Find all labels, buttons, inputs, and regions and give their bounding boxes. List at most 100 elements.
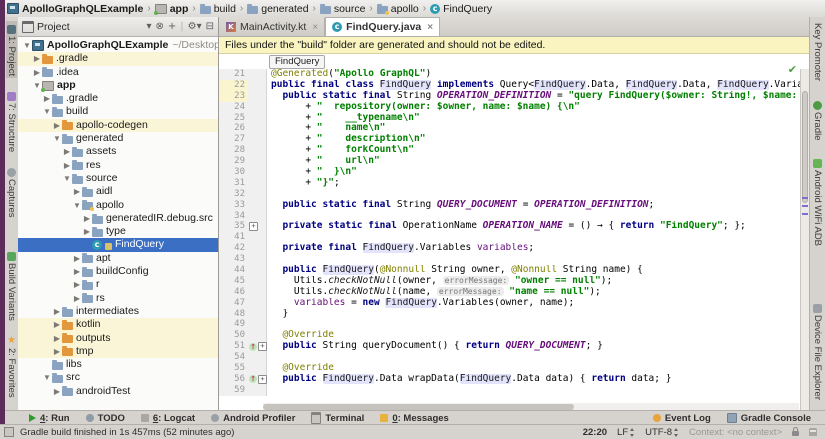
chevron-right-icon[interactable]: ▶	[62, 159, 72, 172]
toolwindow-button-2-favorites[interactable]: ★2: Favorites	[6, 331, 17, 400]
tree-row-androidtest[interactable]: ▶androidTest	[18, 385, 218, 398]
project-view-dropdown[interactable]: ▾	[146, 21, 151, 32]
error-stripe-mark[interactable]	[802, 205, 808, 207]
tree-row-generatedir-debug-src[interactable]: ▶generatedIR.debug.src	[18, 212, 218, 225]
tree-row-libs[interactable]: libs	[18, 358, 218, 371]
toolwindow-button-event-log[interactable]: Event Log	[653, 413, 711, 424]
tree-row-rs[interactable]: ▶rs	[18, 292, 218, 305]
chevron-right-icon[interactable]: ▶	[82, 225, 92, 238]
chevron-down-icon[interactable]: ▼	[72, 199, 82, 212]
tree-row-outputs[interactable]: ▶outputs	[18, 332, 218, 345]
toolwindow-toggle-icon[interactable]	[4, 427, 14, 437]
tree-row-build[interactable]: ▼build	[18, 105, 218, 118]
locate-file-icon[interactable]: +	[168, 21, 176, 32]
breadcrumb-item-source[interactable]: source	[317, 3, 369, 15]
breadcrumb-item-findquery[interactable]: FindQuery	[427, 3, 495, 15]
tree-row-tmp[interactable]: ▶tmp	[18, 345, 218, 358]
code-area[interactable]: 21@Generated("Apollo GraphQL")22public f…	[219, 69, 800, 411]
toolwindow-button-4-run[interactable]: 4: Run	[29, 413, 70, 424]
chevron-right-icon[interactable]: ▶	[52, 345, 62, 358]
tree-row-gradle[interactable]: ▶.gradle	[18, 52, 218, 65]
toolwindow-button-android-profiler[interactable]: Android Profiler	[211, 413, 295, 424]
hide-panel-icon[interactable]: ⊟	[206, 21, 214, 32]
chevron-down-icon[interactable]: ▼	[42, 105, 52, 118]
tree-row-generated[interactable]: ▼generated	[18, 132, 218, 145]
highlighting-level-icon[interactable]	[809, 428, 817, 436]
chevron-right-icon[interactable]: ▶	[72, 292, 82, 305]
encoding-selector[interactable]: UTF-8	[645, 427, 679, 438]
error-stripe-mark[interactable]	[802, 197, 808, 199]
toolwindow-button-key-promoter[interactable]: Key Promoter	[812, 21, 823, 83]
tree-row-apollographqlexample[interactable]: ▼ApolloGraphQLExample~/Desktop/Pr	[18, 39, 218, 52]
chevron-down-icon[interactable]: ▼	[22, 39, 32, 52]
toolwindow-button-gradle-console[interactable]: Gradle Console	[727, 413, 811, 424]
chevron-right-icon[interactable]: ▶	[72, 265, 82, 278]
tree-row-res[interactable]: ▶res	[18, 159, 218, 172]
project-tree[interactable]: ▼ApolloGraphQLExample~/Desktop/Pr▶.gradl…	[18, 37, 218, 411]
tree-row-apollo-codegen[interactable]: ▶apollo-codegen	[18, 119, 218, 132]
chevron-right-icon[interactable]: ▶	[72, 278, 82, 291]
toolwindow-button-1-project[interactable]: 1: Project	[6, 21, 17, 78]
tree-row-source[interactable]: ▼source	[18, 172, 218, 185]
breadcrumb-item-app[interactable]: app	[152, 3, 192, 15]
project-panel-title-wrap[interactable]: Project	[22, 21, 70, 33]
vertical-scrollbar-thumb[interactable]	[802, 91, 808, 203]
tab-findquery-java[interactable]: FindQuery.java×	[325, 17, 440, 36]
chevron-right-icon[interactable]: ▶	[52, 385, 62, 398]
readonly-lock-icon[interactable]	[792, 431, 799, 436]
tree-row-buildconfig[interactable]: ▶buildConfig	[18, 265, 218, 278]
toolwindow-button-todo[interactable]: TODO	[86, 413, 125, 424]
tree-row-idea[interactable]: ▶.idea	[18, 66, 218, 79]
editor-vertical-scrollbar[interactable]	[800, 69, 809, 411]
toolwindow-button-7-structure[interactable]: 7: Structure	[6, 88, 17, 154]
chevron-right-icon[interactable]: ▶	[32, 52, 42, 65]
toolwindow-button-captures[interactable]: Captures	[6, 164, 17, 220]
collapse-all-icon[interactable]: ⊗	[155, 21, 163, 32]
chevron-right-icon[interactable]: ▶	[52, 305, 62, 318]
tree-row-type[interactable]: ▶type	[18, 225, 218, 238]
tree-row-intermediates[interactable]: ▶intermediates	[18, 305, 218, 318]
breadcrumb-item-build[interactable]: build	[197, 3, 239, 15]
override-method-icon[interactable]: ↑	[249, 343, 257, 351]
breadcrumb-item-apollographqlexample[interactable]: ApolloGraphQLExample	[4, 3, 146, 15]
chevron-down-icon[interactable]: ▼	[52, 132, 62, 145]
override-method-icon[interactable]: ↑	[249, 375, 257, 383]
tab-close-icon[interactable]: ×	[427, 22, 433, 33]
chevron-right-icon[interactable]: ▶	[42, 92, 52, 105]
tree-row-kotlin[interactable]: ▶kotlin	[18, 318, 218, 331]
chevron-down-icon[interactable]: ▼	[62, 172, 72, 185]
toolwindow-button-android-wifi-adb[interactable]: Android WiFi ADB	[812, 155, 823, 248]
line-ending-selector[interactable]: LF	[617, 427, 635, 438]
error-stripe-mark[interactable]	[802, 213, 808, 215]
chevron-right-icon[interactable]: ▶	[62, 145, 72, 158]
folded-region-icon[interactable]: +	[258, 375, 267, 384]
chevron-right-icon[interactable]: ▶	[72, 185, 82, 198]
tree-row-aidl[interactable]: ▶aidl	[18, 185, 218, 198]
toolwindow-button-6-logcat[interactable]: 6: Logcat	[141, 413, 195, 424]
tree-row-assets[interactable]: ▶assets	[18, 145, 218, 158]
tree-row-findquery[interactable]: FindQuery	[18, 238, 218, 251]
chevron-right-icon[interactable]: ▶	[82, 212, 92, 225]
toolwindow-button-build-variants[interactable]: Build Variants	[6, 248, 17, 323]
tab-close-icon[interactable]: ×	[312, 22, 318, 33]
tree-row-apt[interactable]: ▶apt	[18, 252, 218, 265]
breadcrumb-item-apollo[interactable]: apollo	[374, 3, 422, 15]
chevron-right-icon[interactable]: ▶	[72, 252, 82, 265]
tree-row-apollo[interactable]: ▼apollo	[18, 199, 218, 212]
settings-gear-icon[interactable]: ⚙▾	[188, 21, 202, 32]
chevron-right-icon[interactable]: ▶	[32, 66, 42, 79]
tree-row-gradle[interactable]: ▶.gradle	[18, 92, 218, 105]
chevron-right-icon[interactable]: ▶	[52, 332, 62, 345]
tree-row-r[interactable]: ▶r	[18, 278, 218, 291]
caret-position[interactable]: 22:20	[583, 427, 607, 438]
toolwindow-button-terminal[interactable]: Terminal	[311, 412, 364, 424]
toolwindow-button-0-messages[interactable]: 0: Messages	[380, 413, 449, 424]
context-indicator[interactable]: Context: <no context>	[689, 427, 782, 438]
tree-row-src[interactable]: ▼src	[18, 371, 218, 384]
chevron-right-icon[interactable]: ▶	[52, 318, 62, 331]
toolwindow-button-gradle[interactable]: Gradle	[812, 97, 823, 143]
chevron-down-icon[interactable]: ▼	[42, 371, 52, 384]
folded-region-icon[interactable]: +	[249, 222, 258, 231]
folded-region-icon[interactable]: +	[258, 342, 267, 351]
toolwindow-button-device-file-explorer[interactable]: Device File Explorer	[812, 300, 823, 402]
